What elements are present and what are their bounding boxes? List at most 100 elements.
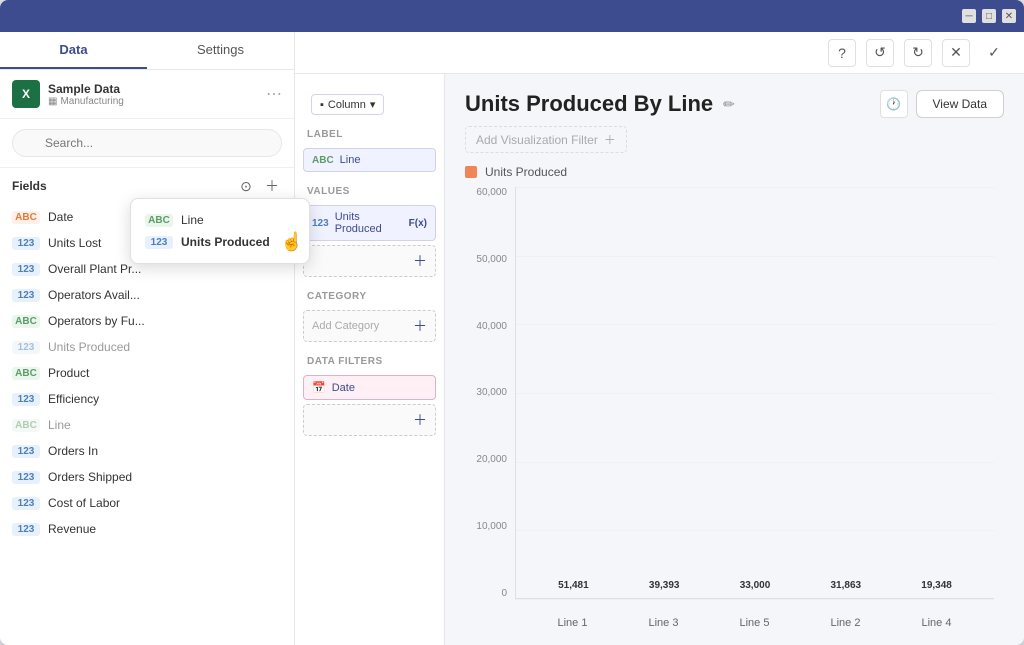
- chart-legend: Units Produced: [465, 165, 1004, 179]
- legend-label: Units Produced: [485, 165, 567, 179]
- left-panel: Data Settings X Sample Data ▦ Manufactur…: [0, 32, 295, 645]
- add-viz-filter-button[interactable]: Add Visualization Filter ＋: [465, 126, 627, 153]
- chart-container: 60,00050,00040,00030,00020,00010,0000 51…: [465, 187, 1004, 629]
- field-item[interactable]: 123 Orders Shipped: [0, 464, 294, 490]
- field-type-badge: ABC: [12, 211, 40, 224]
- fields-add-icon[interactable]: ＋: [262, 176, 282, 196]
- config-category-section: CATEGORY Add Category ＋: [295, 287, 444, 342]
- bar-value: 33,000: [740, 580, 771, 591]
- field-list: ABC Date 123 Units Lost 123 Overall Plan…: [0, 204, 294, 645]
- add-category-icon: ＋: [413, 316, 427, 336]
- field-name: Overall Plant Pr...: [48, 262, 141, 276]
- field-type-badge: 123: [12, 393, 40, 406]
- config-filters-section: DATA FILTERS 📅 Date ＋: [295, 352, 444, 436]
- view-data-button[interactable]: View Data: [916, 90, 1004, 118]
- tab-data[interactable]: Data: [0, 32, 147, 69]
- field-name: Product: [48, 366, 89, 380]
- search-wrap: 🔍: [12, 129, 282, 157]
- field-item[interactable]: ABC Product: [0, 360, 294, 386]
- x-axis-label: Line 3: [626, 617, 701, 629]
- close-window-button[interactable]: ✕: [1002, 9, 1016, 23]
- field-name: Efficiency: [48, 392, 99, 406]
- x-axis-label: Line 2: [808, 617, 883, 629]
- datasource-name: Sample Data: [48, 82, 258, 96]
- grid-line: [515, 599, 994, 600]
- tooltip-type-abc: ABC: [145, 214, 173, 227]
- redo-button[interactable]: ↻: [904, 39, 932, 67]
- date-filter-icon: 📅: [312, 381, 326, 394]
- tooltip-type-num: 123: [145, 236, 173, 249]
- datasource-subtitle: ▦ Manufacturing: [48, 96, 258, 107]
- fields-label: Fields: [12, 179, 230, 193]
- tooltip-name-line: Line: [181, 213, 204, 227]
- tab-settings[interactable]: Settings: [147, 32, 294, 69]
- fx-button[interactable]: F(x): [409, 218, 427, 229]
- confirm-button[interactable]: ✓: [980, 39, 1008, 67]
- chart-type-button[interactable]: ▪ Column ▾: [311, 94, 384, 115]
- add-filter-plus-icon: ＋: [604, 131, 616, 148]
- field-type-badge: 123: [12, 289, 40, 302]
- bar-value: 31,863: [830, 580, 861, 591]
- field-name: Line: [48, 418, 71, 432]
- legend-dot: [465, 166, 477, 178]
- right-toolbar: ? ↺ ↻ ✕ ✓: [295, 32, 1024, 74]
- field-type-badge: 123: [12, 263, 40, 276]
- field-type-badge: 123: [12, 341, 40, 354]
- y-axis-label: 30,000: [476, 387, 507, 398]
- undo-button[interactable]: ↺: [866, 39, 894, 67]
- config-category-add[interactable]: Add Category ＋: [303, 310, 436, 342]
- config-values-field[interactable]: 123 Units Produced F(x): [303, 205, 436, 241]
- config-values-section: VALUES 123 Units Produced F(x) ＋: [295, 182, 444, 277]
- edit-title-icon[interactable]: ✏: [723, 96, 735, 113]
- field-name: Orders Shipped: [48, 470, 132, 484]
- y-axis-label: 0: [501, 588, 507, 599]
- drag-tooltip: ABC Line 123 Units Produced ☝: [130, 198, 310, 264]
- field-item[interactable]: 123 Cost of Labor: [0, 490, 294, 516]
- y-axis-label: 60,000: [476, 187, 507, 198]
- bar-value: 19,348: [921, 580, 952, 591]
- tooltip-name-units: Units Produced: [181, 235, 270, 249]
- config-values-add[interactable]: ＋: [303, 245, 436, 277]
- config-filter-add[interactable]: ＋: [303, 404, 436, 436]
- field-item[interactable]: 123 Efficiency: [0, 386, 294, 412]
- help-button[interactable]: ?: [828, 39, 856, 67]
- field-name: Operators Avail...: [48, 288, 140, 302]
- config-label-field[interactable]: ABC Line: [303, 148, 436, 172]
- excel-icon: X: [12, 80, 40, 108]
- column-chart-icon: ▪: [320, 99, 324, 111]
- field-type-badge: ABC: [12, 315, 40, 328]
- field-item[interactable]: 123 Operators Avail...: [0, 282, 294, 308]
- config-filter-date-field[interactable]: 📅 Date: [303, 375, 436, 400]
- app-window: ─ □ ✕ Data Settings X Sample Data ▦ Man: [0, 0, 1024, 645]
- y-axis-label: 10,000: [476, 521, 507, 532]
- minimize-button[interactable]: ─: [962, 9, 976, 23]
- field-item[interactable]: 123 Orders In: [0, 438, 294, 464]
- datasource-menu-icon[interactable]: ⋯: [266, 84, 282, 104]
- bar-value: 39,393: [649, 580, 680, 591]
- fields-options-icon[interactable]: ⊙: [236, 176, 256, 196]
- right-panel: ? ↺ ↻ ✕ ✓ ▪ Column ▾: [295, 32, 1024, 645]
- search-input[interactable]: [12, 129, 282, 157]
- chevron-down-icon: ▾: [370, 98, 376, 111]
- field-item[interactable]: ABC Line: [0, 412, 294, 438]
- field-name: Orders In: [48, 444, 98, 458]
- datasource-info: Sample Data ▦ Manufacturing: [48, 82, 258, 107]
- table-icon: ▦: [48, 96, 57, 107]
- field-item[interactable]: ABC Operators by Fu...: [0, 308, 294, 334]
- y-axis-label: 40,000: [476, 321, 507, 332]
- chart-title-group: Units Produced By Line ✏: [465, 91, 735, 117]
- config-sidebar: ▪ Column ▾ LABEL ABC Line VALUES: [295, 74, 445, 645]
- refresh-button[interactable]: 🕐: [880, 90, 908, 118]
- maximize-button[interactable]: □: [982, 9, 996, 23]
- field-item[interactable]: 123 Units Produced: [0, 334, 294, 360]
- tab-bar: Data Settings: [0, 32, 294, 70]
- field-name: Operators by Fu...: [48, 314, 145, 328]
- field-type-badge: ABC: [12, 367, 40, 380]
- close-viz-button[interactable]: ✕: [942, 39, 970, 67]
- field-type-badge: 123: [12, 497, 40, 510]
- field-name: Units Produced: [48, 340, 130, 354]
- field-item[interactable]: 123 Revenue: [0, 516, 294, 542]
- category-placeholder: Add Category: [312, 320, 379, 332]
- chart-title-row: Units Produced By Line ✏ 🕐 View Data: [465, 90, 1004, 118]
- cursor-hand-icon: ☝: [281, 232, 303, 253]
